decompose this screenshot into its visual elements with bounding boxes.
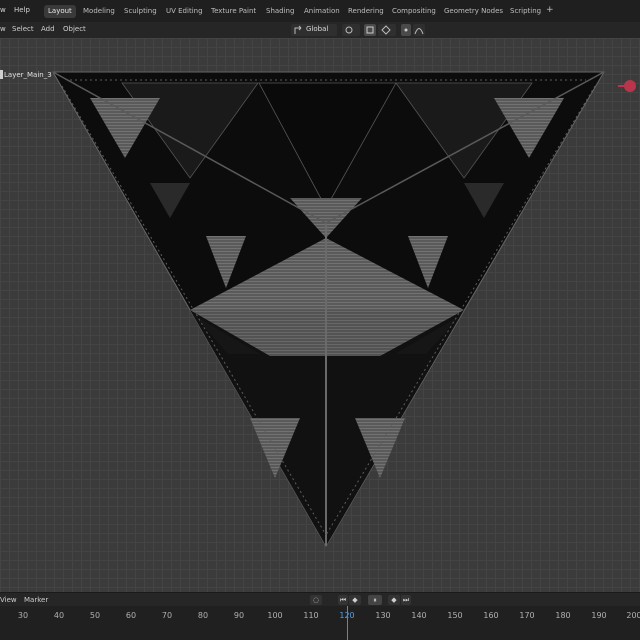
menu-help[interactable]: Help (14, 6, 30, 14)
sierpinski-mesh[interactable] (0, 38, 640, 592)
add-menu[interactable]: Add (41, 25, 55, 33)
tab-sculpting[interactable]: Sculpting (120, 5, 161, 18)
timeline-view-menu[interactable]: View (0, 596, 17, 604)
timeline[interactable]: 30 40 50 60 70 80 90 100 110 120 130 140… (0, 606, 640, 640)
orientation-label: Global (306, 25, 329, 33)
frame-label: 180 (555, 611, 571, 620)
frame-label: 130 (375, 611, 391, 620)
jump-start-icon[interactable]: ⏮ (338, 595, 348, 605)
view-menu[interactable]: w (0, 25, 6, 33)
object-menu[interactable]: Object (63, 25, 86, 33)
frame-label: 160 (483, 611, 499, 620)
jump-keyframe-back-icon[interactable]: ◆ (349, 595, 361, 605)
snap-icon (366, 26, 374, 34)
tab-compositing[interactable]: Compositing (388, 5, 440, 18)
frame-label: 70 (161, 611, 173, 620)
frame-label: 190 (591, 611, 607, 620)
tab-geometry-nodes[interactable]: Geometry Nodes (440, 5, 507, 18)
timeline-marker-menu[interactable]: Marker (24, 596, 48, 604)
jump-keyframe-forward-icon[interactable]: ◆ (388, 595, 400, 605)
add-workspace-button[interactable]: + (546, 5, 554, 15)
tab-texture-paint[interactable]: Texture Paint (207, 5, 260, 18)
frame-label: 200 (626, 611, 640, 620)
frame-label: 80 (197, 611, 209, 620)
pause-button[interactable]: ⏸ (368, 595, 382, 605)
tab-modeling[interactable]: Modeling (79, 5, 119, 18)
transform-orientation-dropdown[interactable]: Global (291, 24, 337, 36)
frame-label: 60 (125, 611, 137, 620)
pivot-point-dropdown[interactable] (342, 24, 360, 36)
falloff-dropdown[interactable] (413, 24, 425, 36)
pivot-icon (345, 26, 353, 34)
snap-target-icon (381, 25, 391, 35)
gizmo-x-axis-icon[interactable] (624, 80, 636, 92)
top-bar: w Help Layout Modeling Sculpting UV Edit… (0, 0, 640, 23)
frame-label: 140 (411, 611, 427, 620)
frame-label: 40 (53, 611, 65, 620)
tab-shading[interactable]: Shading (262, 5, 298, 18)
frame-label: 50 (89, 611, 101, 620)
select-menu[interactable]: Select (12, 25, 34, 33)
frame-label: 100 (267, 611, 283, 620)
tab-scripting[interactable]: Scripting (506, 5, 545, 18)
playback-options-dropdown[interactable]: ◌ (310, 595, 322, 605)
jump-end-icon[interactable]: ⏭ (401, 595, 411, 605)
tab-uv-editing[interactable]: UV Editing (162, 5, 207, 18)
menu-window[interactable]: w (0, 6, 6, 14)
frame-label: 110 (303, 611, 319, 620)
frame-label: 150 (447, 611, 463, 620)
frame-label: 170 (519, 611, 535, 620)
tab-layout[interactable]: Layout (44, 5, 76, 18)
timeline-header: View Marker ◌ ⏮ ◆ ⏸ ◆ ⏭ (0, 592, 640, 607)
3d-viewport[interactable]: Layer_Main_3 (0, 38, 640, 592)
playhead[interactable] (347, 606, 348, 640)
tab-rendering[interactable]: Rendering (344, 5, 388, 18)
proportional-icon (404, 28, 408, 32)
snap-toggle[interactable] (364, 24, 376, 36)
orientation-icon (294, 25, 302, 34)
frame-label: 30 (17, 611, 29, 620)
frame-label: 90 (233, 611, 245, 620)
snap-target-dropdown[interactable] (378, 24, 396, 36)
viewport-header: w Select Add Object Global (0, 22, 640, 39)
tab-animation[interactable]: Animation (300, 5, 344, 18)
proportional-editing-toggle[interactable] (401, 24, 411, 36)
falloff-icon (414, 28, 424, 35)
